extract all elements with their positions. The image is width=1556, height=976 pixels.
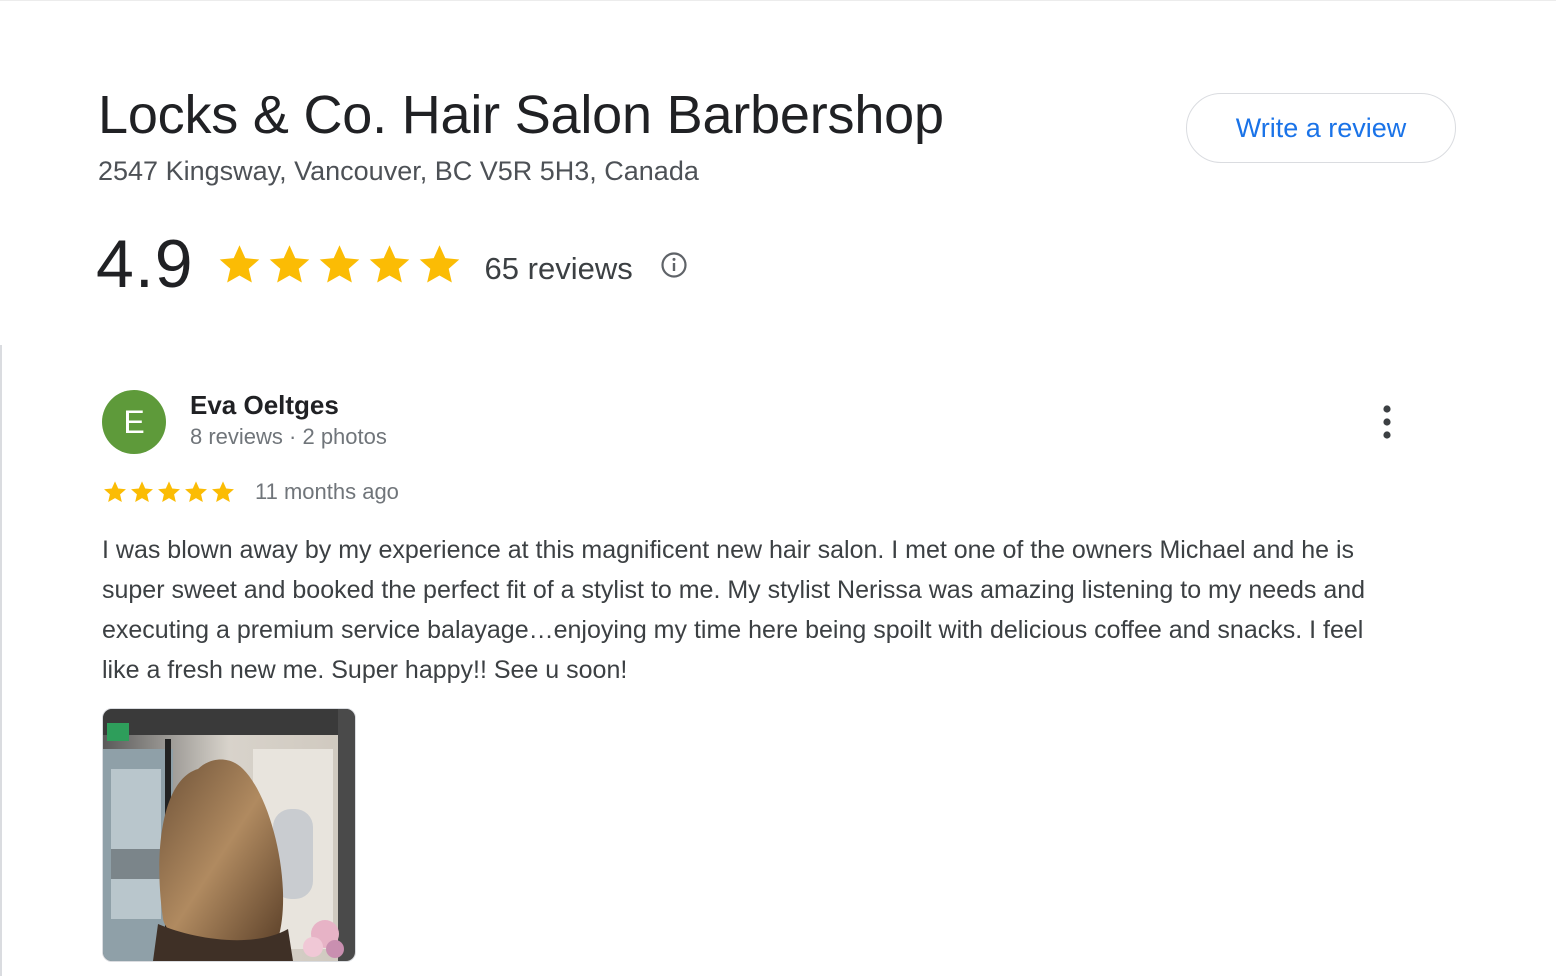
star-icon	[131, 481, 153, 502]
rating-stars	[216, 241, 463, 288]
review-stars	[102, 479, 236, 505]
more-options-button[interactable]	[1372, 402, 1402, 442]
star-icon	[185, 481, 207, 502]
star-icon	[104, 481, 126, 502]
review-text: I was blown away by my experience at thi…	[102, 536, 1366, 684]
reviews-page: Locks & Co. Hair Salon Barbershop 2547 K…	[0, 0, 1556, 976]
star-icon	[319, 244, 359, 283]
review-photo-image	[103, 709, 355, 961]
star-icon	[269, 244, 309, 283]
star-icon	[419, 244, 459, 283]
top-divider	[0, 0, 1556, 1]
reviewer-name[interactable]: Eva Oeltges	[190, 390, 339, 421]
left-divider	[0, 345, 2, 976]
avatar[interactable]: E	[102, 390, 166, 454]
rating-value: 4.9	[96, 226, 194, 302]
rating-summary: 4.9 65 reviews	[96, 224, 689, 304]
star-icon	[158, 481, 180, 502]
review-photo[interactable]	[102, 708, 356, 962]
star-icon	[369, 244, 409, 283]
review-count[interactable]: 65 reviews	[485, 251, 633, 287]
info-icon[interactable]	[659, 250, 689, 280]
more-vert-icon	[1383, 405, 1391, 439]
star-icon	[219, 244, 259, 283]
review-date: 11 months ago	[255, 479, 399, 504]
write-review-button[interactable]: Write a review	[1186, 93, 1456, 163]
business-address: 2547 Kingsway, Vancouver, BC V5R 5H3, Ca…	[98, 156, 699, 186]
reviewer-meta: 8 reviews · 2 photos	[190, 424, 387, 449]
star-icon	[212, 481, 234, 502]
business-name: Locks & Co. Hair Salon Barbershop	[98, 85, 944, 145]
